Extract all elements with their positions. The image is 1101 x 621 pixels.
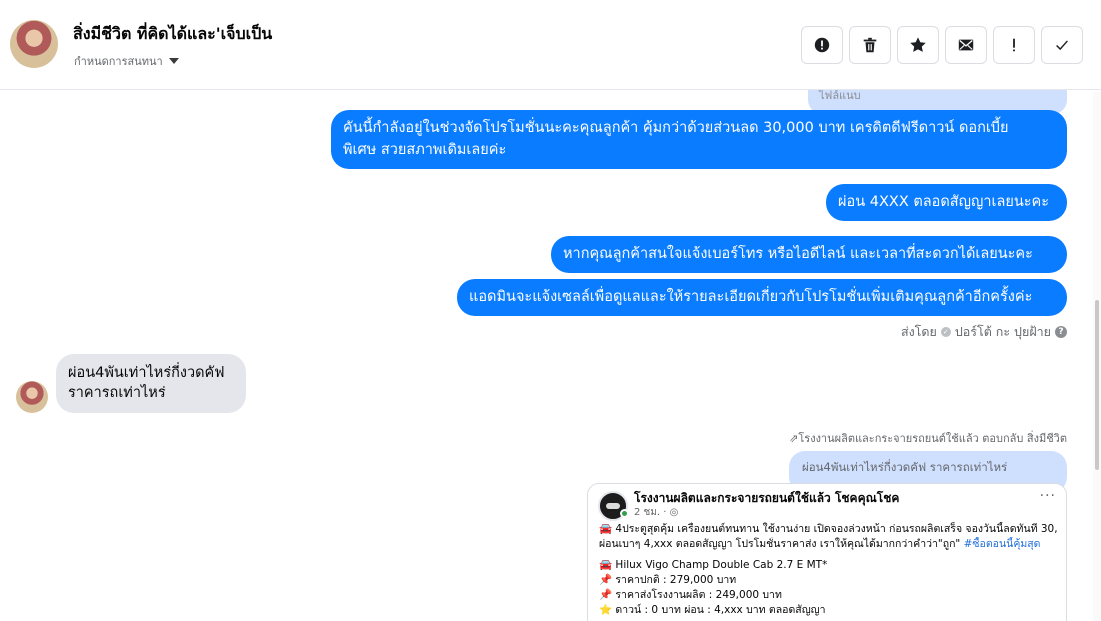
post-intro-2: ผ่อนเบาๆ 4,xxx ตลอดสัญญา โปรโมชั่นราคาส่…	[599, 538, 964, 550]
done-button[interactable]	[1041, 26, 1083, 64]
delete-button[interactable]	[849, 26, 891, 64]
alert-circle-icon	[814, 37, 830, 53]
post-price-normal: ราคาปกติ : 279,000 บาท	[615, 574, 737, 586]
shared-post-card[interactable]: โรงงานผลิตและกระจายรถยนต์ใช้แล้ว โชคคุณโ…	[587, 483, 1067, 621]
post-line: 📌 ราคาปกติ : 279,000 บาท	[599, 573, 1058, 588]
reply-note-text: โรงงานผลิตและกระจายรถยนต์ใช้แล้ว ตอบกลับ…	[798, 432, 1067, 445]
pin-icon: 📌	[599, 574, 613, 586]
sent-by-prefix: ส่งโดย	[900, 324, 937, 339]
message-line: พิเศษ สวยสภาพเดิมเลยค่ะ	[343, 142, 507, 158]
outgoing-message[interactable]: คันนี้กำลังอยู่ในช่วงจัดโปรโมชั่นนะคะคุณ…	[331, 110, 1067, 169]
contact-avatar-small[interactable]	[16, 381, 48, 413]
post-intro-1: 4ประตูสุดคุ้ม เครื่องยนต์ทนทาน ใช้งานง่า…	[615, 523, 1058, 535]
conversation-settings-label: กำหนดการสนทนา	[74, 55, 163, 68]
reply-icon: ⇗	[789, 432, 799, 445]
sent-by-info: ส่งโดย ✓ ปอร์โต้ กะ ปุยฝ้าย ?	[901, 322, 1067, 342]
trash-icon	[863, 37, 877, 53]
star-button[interactable]	[897, 26, 939, 64]
globe-icon: ◎	[669, 507, 679, 518]
star-icon	[910, 37, 926, 52]
mark-unread-button[interactable]	[945, 26, 987, 64]
scrollbar-thumb[interactable]	[1095, 300, 1099, 470]
reply-note: ⇗โรงงานผลิตและกระจายรถยนต์ใช้แล้ว ตอบกลั…	[789, 429, 1067, 447]
pin-icon: 📌	[599, 589, 613, 601]
sender-name[interactable]: ปอร์โต้ กะ ปุยฝ้าย	[955, 322, 1051, 342]
hashtag-link[interactable]: #ซื้อตอนนี้คุ้มสุด	[964, 538, 1041, 550]
post-price-factory: ราคาส่งโรงงานผลิต : 249,000 บาท	[615, 589, 782, 601]
important-button[interactable]	[993, 26, 1035, 64]
header-actions	[801, 26, 1083, 64]
more-options-button[interactable]: ···	[1040, 488, 1056, 504]
contact-avatar[interactable]	[10, 20, 58, 68]
post-line: ⭐ ดาวน์ : 0 บาท ผ่อน : 4,xxx บาท ตลอดสัญ…	[599, 603, 1058, 618]
exclamation-icon	[1013, 38, 1015, 52]
message-line: คันนี้กำลังอยู่ในช่วงจัดโปรโมชั่นนะคะคุณ…	[343, 120, 1009, 136]
post-line: 🚘 4ประตูสุดคุ้ม เครื่องยนต์ทนทาน ใช้งานง…	[599, 522, 1058, 537]
incoming-message[interactable]: ผ่อน4พันเท่าไหร่กี่งวดคัฟ ราคารถเท่าไหร่	[56, 354, 246, 413]
contact-name[interactable]: สิ่งมีชีวิต ที่คิดได้และ'เจ็บเป็น	[73, 22, 272, 47]
car-icon: 🚘	[599, 523, 613, 535]
conversation-settings-dropdown[interactable]: กำหนดการสนทนา	[74, 52, 179, 70]
check-icon	[1056, 40, 1068, 51]
post-down: ดาวน์ : 0 บาท ผ่อน : 4,xxx บาท ตลอดสัญญา	[615, 604, 826, 616]
post-model: Hilux Vigo Champ Double Cab 2.7 E MT*	[615, 559, 828, 571]
message-line: ราคารถเท่าไหร่	[68, 385, 166, 401]
caret-down-icon	[168, 58, 179, 64]
car-icon: 🚘	[599, 559, 613, 571]
post-time: 2 ชม. · ◎	[634, 505, 678, 520]
message-line: แอดมินจะแจ้งเซลล์เพื่อดูแลและให้รายละเอี…	[469, 289, 1033, 305]
outgoing-message[interactable]: แอดมินจะแจ้งเซลล์เพื่อดูแลและให้รายละเอี…	[457, 279, 1067, 316]
star-icon: ⭐	[599, 604, 613, 616]
report-button[interactable]	[801, 26, 843, 64]
post-line: 🚘 Hilux Vigo Champ Double Cab 2.7 E MT*	[599, 558, 1058, 573]
outgoing-message[interactable]: ผ่อน 4XXX ตลอดสัญญาเลยนะคะ	[826, 184, 1067, 221]
message-line: ผ่อน4พันเท่าไหร่กี่งวดคัฟ	[68, 365, 225, 381]
online-status-icon	[620, 509, 629, 518]
envelope-icon	[958, 39, 974, 51]
conversation-header: สิ่งมีชีวิต ที่คิดได้และ'เจ็บเป็น กำหนดก…	[0, 0, 1101, 90]
help-icon[interactable]: ?	[1055, 326, 1067, 338]
check-badge-icon: ✓	[940, 327, 951, 337]
post-line: ผ่อนเบาๆ 4,xxx ตลอดสัญญา โปรโมชั่นราคาส่…	[599, 537, 1058, 552]
post-time-text: 2 ชม. ·	[634, 507, 670, 518]
outgoing-message[interactable]: หากคุณลูกค้าสนใจแจ้งเบอร์โทร หรือไอดีไลน…	[551, 236, 1067, 273]
post-body: 🚘 4ประตูสุดคุ้ม เครื่องยนต์ทนทาน ใช้งานง…	[599, 522, 1058, 618]
message-line: ผ่อน 4XXX ตลอดสัญญาเลยนะคะ	[838, 194, 1050, 210]
post-line: 📌 ราคาส่งโรงงานผลิต : 249,000 บาท	[599, 588, 1058, 603]
message-line: หากคุณลูกค้าสนใจแจ้งเบอร์โทร หรือไอดีไลน…	[563, 246, 1033, 262]
